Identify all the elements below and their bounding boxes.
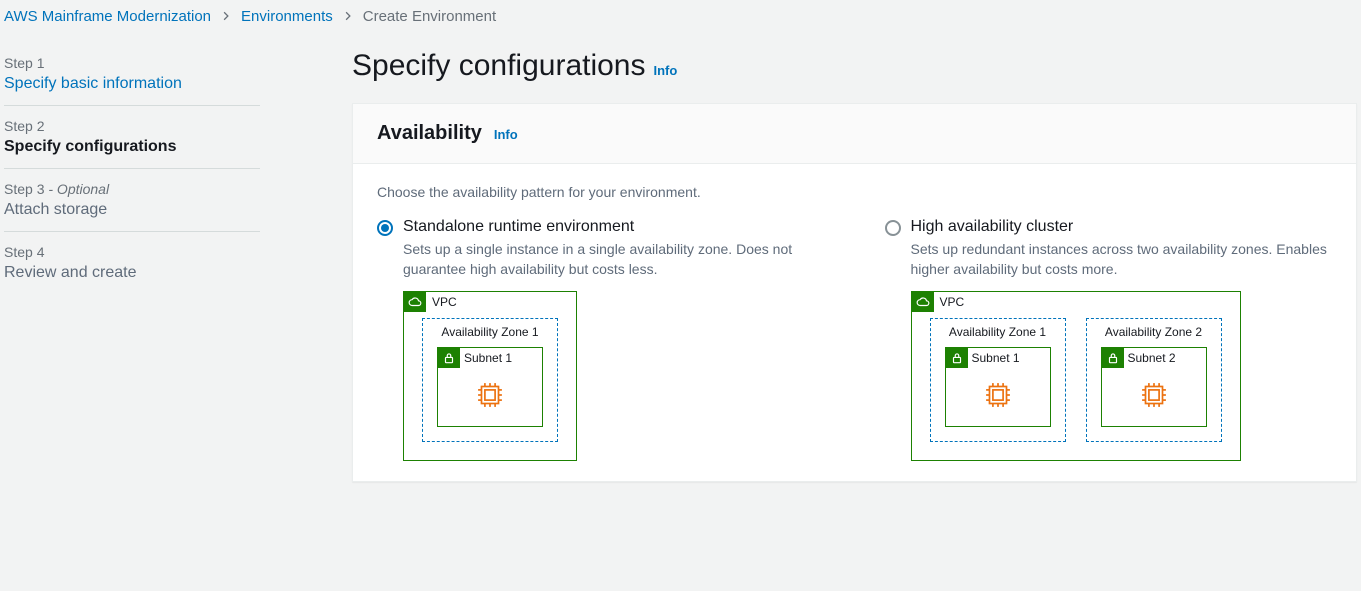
subnet-label: Subnet 1 bbox=[464, 351, 512, 365]
info-link[interactable]: Info bbox=[654, 63, 678, 78]
processor-icon bbox=[981, 378, 1015, 412]
az-label: Availability Zone 1 bbox=[945, 319, 1051, 347]
breadcrumb-current: Create Environment bbox=[363, 8, 496, 25]
option-description: Sets up a single instance in a single av… bbox=[403, 240, 825, 279]
chevron-right-icon bbox=[343, 8, 353, 25]
vpc-label: VPC bbox=[432, 295, 457, 309]
radio-icon bbox=[885, 220, 901, 236]
diagram-subnet: Subnet 1 bbox=[437, 347, 543, 427]
wizard-step-3: Step 3 - Optional Attach storage bbox=[4, 169, 260, 232]
breadcrumb-link-environments[interactable]: Environments bbox=[241, 8, 333, 25]
panel-header: Availability Info bbox=[353, 104, 1356, 164]
step-number: Step 2 bbox=[4, 118, 260, 134]
diagram-subnet: Subnet 1 bbox=[945, 347, 1051, 427]
vpc-label: VPC bbox=[940, 295, 965, 309]
option-standalone: Standalone runtime environment Sets up a… bbox=[377, 218, 825, 461]
processor-icon bbox=[1137, 378, 1171, 412]
diagram-vpc: VPC Availability Zone 1 bbox=[911, 291, 1241, 461]
az-label: Availability Zone 1 bbox=[437, 319, 543, 347]
chevron-right-icon bbox=[221, 8, 231, 25]
diagram-availability-zone: Availability Zone 2 Subnet 2 bbox=[1086, 318, 1222, 442]
page-title: Specify configurations bbox=[352, 49, 646, 83]
availability-options: Standalone runtime environment Sets up a… bbox=[377, 218, 1332, 461]
panel-helper-text: Choose the availability pattern for your… bbox=[377, 184, 1332, 200]
step-title-disabled: Attach storage bbox=[4, 201, 260, 219]
cloud-icon bbox=[912, 292, 934, 312]
breadcrumb: AWS Mainframe Modernization Environments… bbox=[0, 0, 1361, 33]
availability-panel: Availability Info Choose the availabilit… bbox=[352, 103, 1357, 482]
diagram-availability-zone: Availability Zone 1 Subnet 1 bbox=[930, 318, 1066, 442]
diagram-subnet: Subnet 2 bbox=[1101, 347, 1207, 427]
panel-title: Availability bbox=[377, 122, 482, 145]
info-link[interactable]: Info bbox=[494, 127, 518, 142]
step-title-disabled: Review and create bbox=[4, 264, 260, 282]
breadcrumb-link-service[interactable]: AWS Mainframe Modernization bbox=[4, 8, 211, 25]
option-title: High availability cluster bbox=[911, 218, 1074, 236]
subnet-label: Subnet 1 bbox=[972, 351, 1020, 365]
wizard-nav: Step 1 Specify basic information Step 2 … bbox=[0, 33, 260, 294]
diagram-vpc: VPC Availability Zone 1 bbox=[403, 291, 577, 461]
wizard-step-1[interactable]: Step 1 Specify basic information bbox=[4, 43, 260, 106]
cloud-icon bbox=[404, 292, 426, 312]
lock-icon bbox=[438, 348, 460, 368]
step-number: Step 4 bbox=[4, 244, 260, 260]
step-number: Step 1 bbox=[4, 55, 260, 71]
page-header: Specify configurations Info bbox=[352, 49, 1357, 83]
subnet-label: Subnet 2 bbox=[1128, 351, 1176, 365]
lock-icon bbox=[1102, 348, 1124, 368]
processor-icon bbox=[473, 378, 507, 412]
option-description: Sets up redundant instances across two a… bbox=[911, 240, 1333, 279]
main-content: Specify configurations Info Availability… bbox=[260, 33, 1361, 482]
radio-icon bbox=[377, 220, 393, 236]
step-link[interactable]: Specify basic information bbox=[4, 75, 182, 92]
option-title: Standalone runtime environment bbox=[403, 218, 634, 236]
az-label: Availability Zone 2 bbox=[1101, 319, 1207, 347]
option-radio-standalone[interactable]: Standalone runtime environment bbox=[377, 218, 825, 236]
option-ha-cluster: High availability cluster Sets up redund… bbox=[885, 218, 1333, 461]
step-number: Step 3 - Optional bbox=[4, 181, 260, 197]
diagram-availability-zone: Availability Zone 1 Subnet 1 bbox=[422, 318, 558, 442]
lock-icon bbox=[946, 348, 968, 368]
wizard-step-4: Step 4 Review and create bbox=[4, 232, 260, 294]
option-radio-ha-cluster[interactable]: High availability cluster bbox=[885, 218, 1333, 236]
step-title-active: Specify configurations bbox=[4, 138, 260, 156]
wizard-step-2: Step 2 Specify configurations bbox=[4, 106, 260, 169]
